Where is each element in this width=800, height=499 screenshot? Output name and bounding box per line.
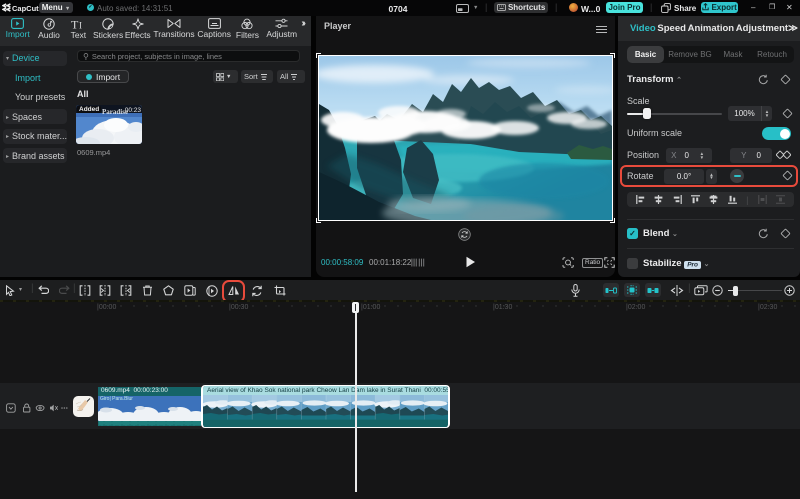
- svg-text:T: T: [71, 18, 79, 30]
- svg-text:|01:30: |01:30: [493, 304, 512, 311]
- svg-text:I: I: [79, 21, 82, 31]
- svg-text:|02:00: |02:00: [626, 304, 645, 311]
- svg-text:|02:30: |02:30: [758, 304, 777, 311]
- svg-text:|01:00: |01:00: [361, 304, 380, 311]
- svg-text:|00:30: |00:30: [229, 304, 248, 311]
- svg-text:|00:00: |00:00: [97, 304, 116, 311]
